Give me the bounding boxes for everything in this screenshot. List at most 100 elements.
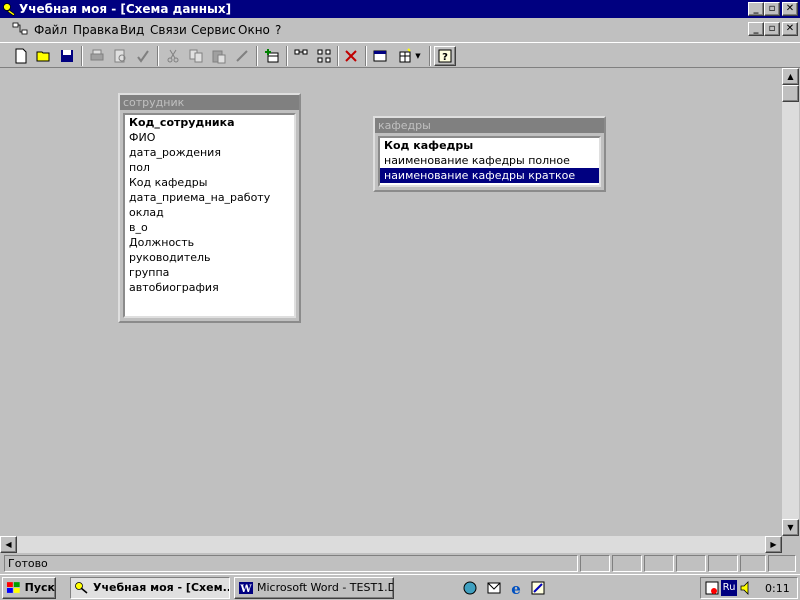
show-all-button[interactable] [313, 46, 335, 66]
print-button[interactable] [86, 46, 108, 66]
task-access[interactable]: Учебная моя - [Схем... [70, 577, 230, 599]
vertical-scrollbar[interactable]: ▲ ▼ [782, 68, 799, 536]
preview-icon [114, 49, 126, 63]
table-field[interactable]: Код кафедры [380, 138, 599, 153]
start-button[interactable]: Пуск [2, 577, 56, 599]
language-indicator[interactable]: Ru [721, 580, 737, 596]
svg-text:e: e [511, 580, 521, 596]
doc-minimize-button[interactable]: _ [748, 22, 764, 36]
copy-icon [189, 49, 203, 63]
new-object-button[interactable]: ▼ [393, 46, 425, 66]
scissors-icon [167, 49, 179, 63]
table-caption[interactable]: сотрудник [120, 95, 299, 110]
table-field[interactable]: пол [125, 160, 294, 175]
doc-restore-button[interactable]: ▫ [764, 22, 780, 36]
preview-button[interactable] [109, 46, 131, 66]
save-button[interactable] [56, 46, 78, 66]
status-panel [644, 555, 674, 572]
scroll-up-button[interactable]: ▲ [782, 68, 799, 85]
spelling-icon [137, 50, 149, 63]
outlook-icon[interactable] [486, 580, 502, 596]
table-field[interactable]: Код кафедры [125, 175, 294, 190]
show-direct-button[interactable] [290, 46, 312, 66]
delete-x-icon [345, 50, 357, 62]
maximize-button[interactable]: ▫ [764, 2, 780, 16]
menu-relationships[interactable]: Связи [150, 23, 187, 37]
menu-file[interactable]: Файл [34, 23, 67, 37]
status-bar: Готово [0, 554, 800, 573]
status-panel [740, 555, 766, 572]
table-field[interactable]: дата_рождения [125, 145, 294, 160]
menu-edit[interactable]: Правка [73, 23, 119, 37]
scheduler-icon[interactable] [704, 580, 720, 596]
scroll-down-button[interactable]: ▼ [782, 519, 799, 536]
database-window-button[interactable] [369, 46, 391, 66]
menu-tools[interactable]: Сервис [191, 23, 236, 37]
table-field[interactable]: наименование кафедры краткое [380, 168, 599, 183]
table-field[interactable]: в_о [125, 220, 294, 235]
task-label: Учебная моя - [Схем... [93, 581, 230, 594]
scroll-corner [782, 536, 799, 553]
field-list[interactable]: Код_сотрудника ФИО дата_рождения пол Код каф… [123, 113, 296, 318]
status-panel [768, 555, 796, 572]
database-window-icon [373, 50, 387, 62]
spelling-button[interactable] [132, 46, 154, 66]
key-icon [75, 582, 88, 594]
status-panel [612, 555, 642, 572]
status-text: Готово [4, 555, 578, 572]
field-list[interactable]: Код кафедры наименование кафедры полное на… [378, 136, 601, 187]
save-icon [61, 50, 73, 62]
brush-icon [236, 50, 248, 62]
table-field[interactable]: ФИО [125, 130, 294, 145]
open-button[interactable] [33, 46, 55, 66]
format-painter-button[interactable] [231, 46, 253, 66]
paste-button[interactable] [208, 46, 230, 66]
relationships-workspace[interactable]: сотрудник Код_сотрудника ФИО дата_рождения… [0, 68, 782, 536]
toolbar: ▼ ? [0, 42, 800, 68]
table-caption[interactable]: кафедры [375, 118, 604, 133]
table-field[interactable]: руководитель [125, 250, 294, 265]
channels-icon[interactable] [530, 580, 546, 596]
doc-close-button[interactable]: ✕ [782, 22, 798, 36]
close-button[interactable]: ✕ [782, 2, 798, 16]
direct-relations-icon [294, 49, 308, 55]
new-object-icon [399, 48, 412, 63]
table-field[interactable]: дата_приема_на_работу [125, 190, 294, 205]
table-field[interactable]: оклад [125, 205, 294, 220]
copy-button[interactable] [185, 46, 207, 66]
table-field[interactable]: Код_сотрудника [125, 115, 294, 130]
status-panel [676, 555, 706, 572]
table-field[interactable]: автобиография [125, 280, 294, 295]
menu-help[interactable]: ? [275, 23, 281, 37]
chevron-down-icon: ▼ [415, 52, 421, 60]
table-window-employee[interactable]: сотрудник Код_сотрудника ФИО дата_рождения… [118, 93, 301, 323]
task-label: Microsoft Word - TEST1.D... [257, 581, 394, 594]
add-table-icon [265, 49, 279, 63]
internet-explorer-icon[interactable]: e [508, 580, 524, 596]
status-panel [580, 555, 610, 572]
table-field[interactable]: Должность [125, 235, 294, 250]
paste-icon [212, 50, 226, 64]
minimize-button[interactable]: _ [748, 2, 764, 16]
new-icon [15, 48, 27, 64]
speaker-icon[interactable] [739, 580, 753, 596]
help-icon: ? [438, 49, 452, 63]
delete-button[interactable] [340, 46, 362, 66]
table-field[interactable]: группа [125, 265, 294, 280]
windows-logo-icon [6, 582, 20, 593]
horizontal-scrollbar[interactable]: ◀ ▶ [0, 536, 782, 553]
show-table-button[interactable] [261, 46, 283, 66]
scroll-left-button[interactable]: ◀ [0, 536, 17, 553]
scroll-thumb[interactable] [782, 85, 799, 102]
task-word[interactable]: W Microsoft Word - TEST1.D... [234, 577, 394, 599]
svg-text:W: W [239, 584, 252, 595]
help-button[interactable]: ? [434, 46, 456, 66]
cut-button[interactable] [162, 46, 184, 66]
scroll-right-button[interactable]: ▶ [765, 536, 782, 553]
menu-window[interactable]: Окно [238, 23, 270, 37]
desktop-icon[interactable] [462, 580, 478, 596]
table-window-departments[interactable]: кафедры Код кафедры наименование кафедры … [373, 116, 606, 192]
table-field[interactable]: наименование кафедры полное [380, 153, 599, 168]
menu-view[interactable]: Вид [120, 23, 144, 37]
new-button[interactable] [10, 46, 32, 66]
